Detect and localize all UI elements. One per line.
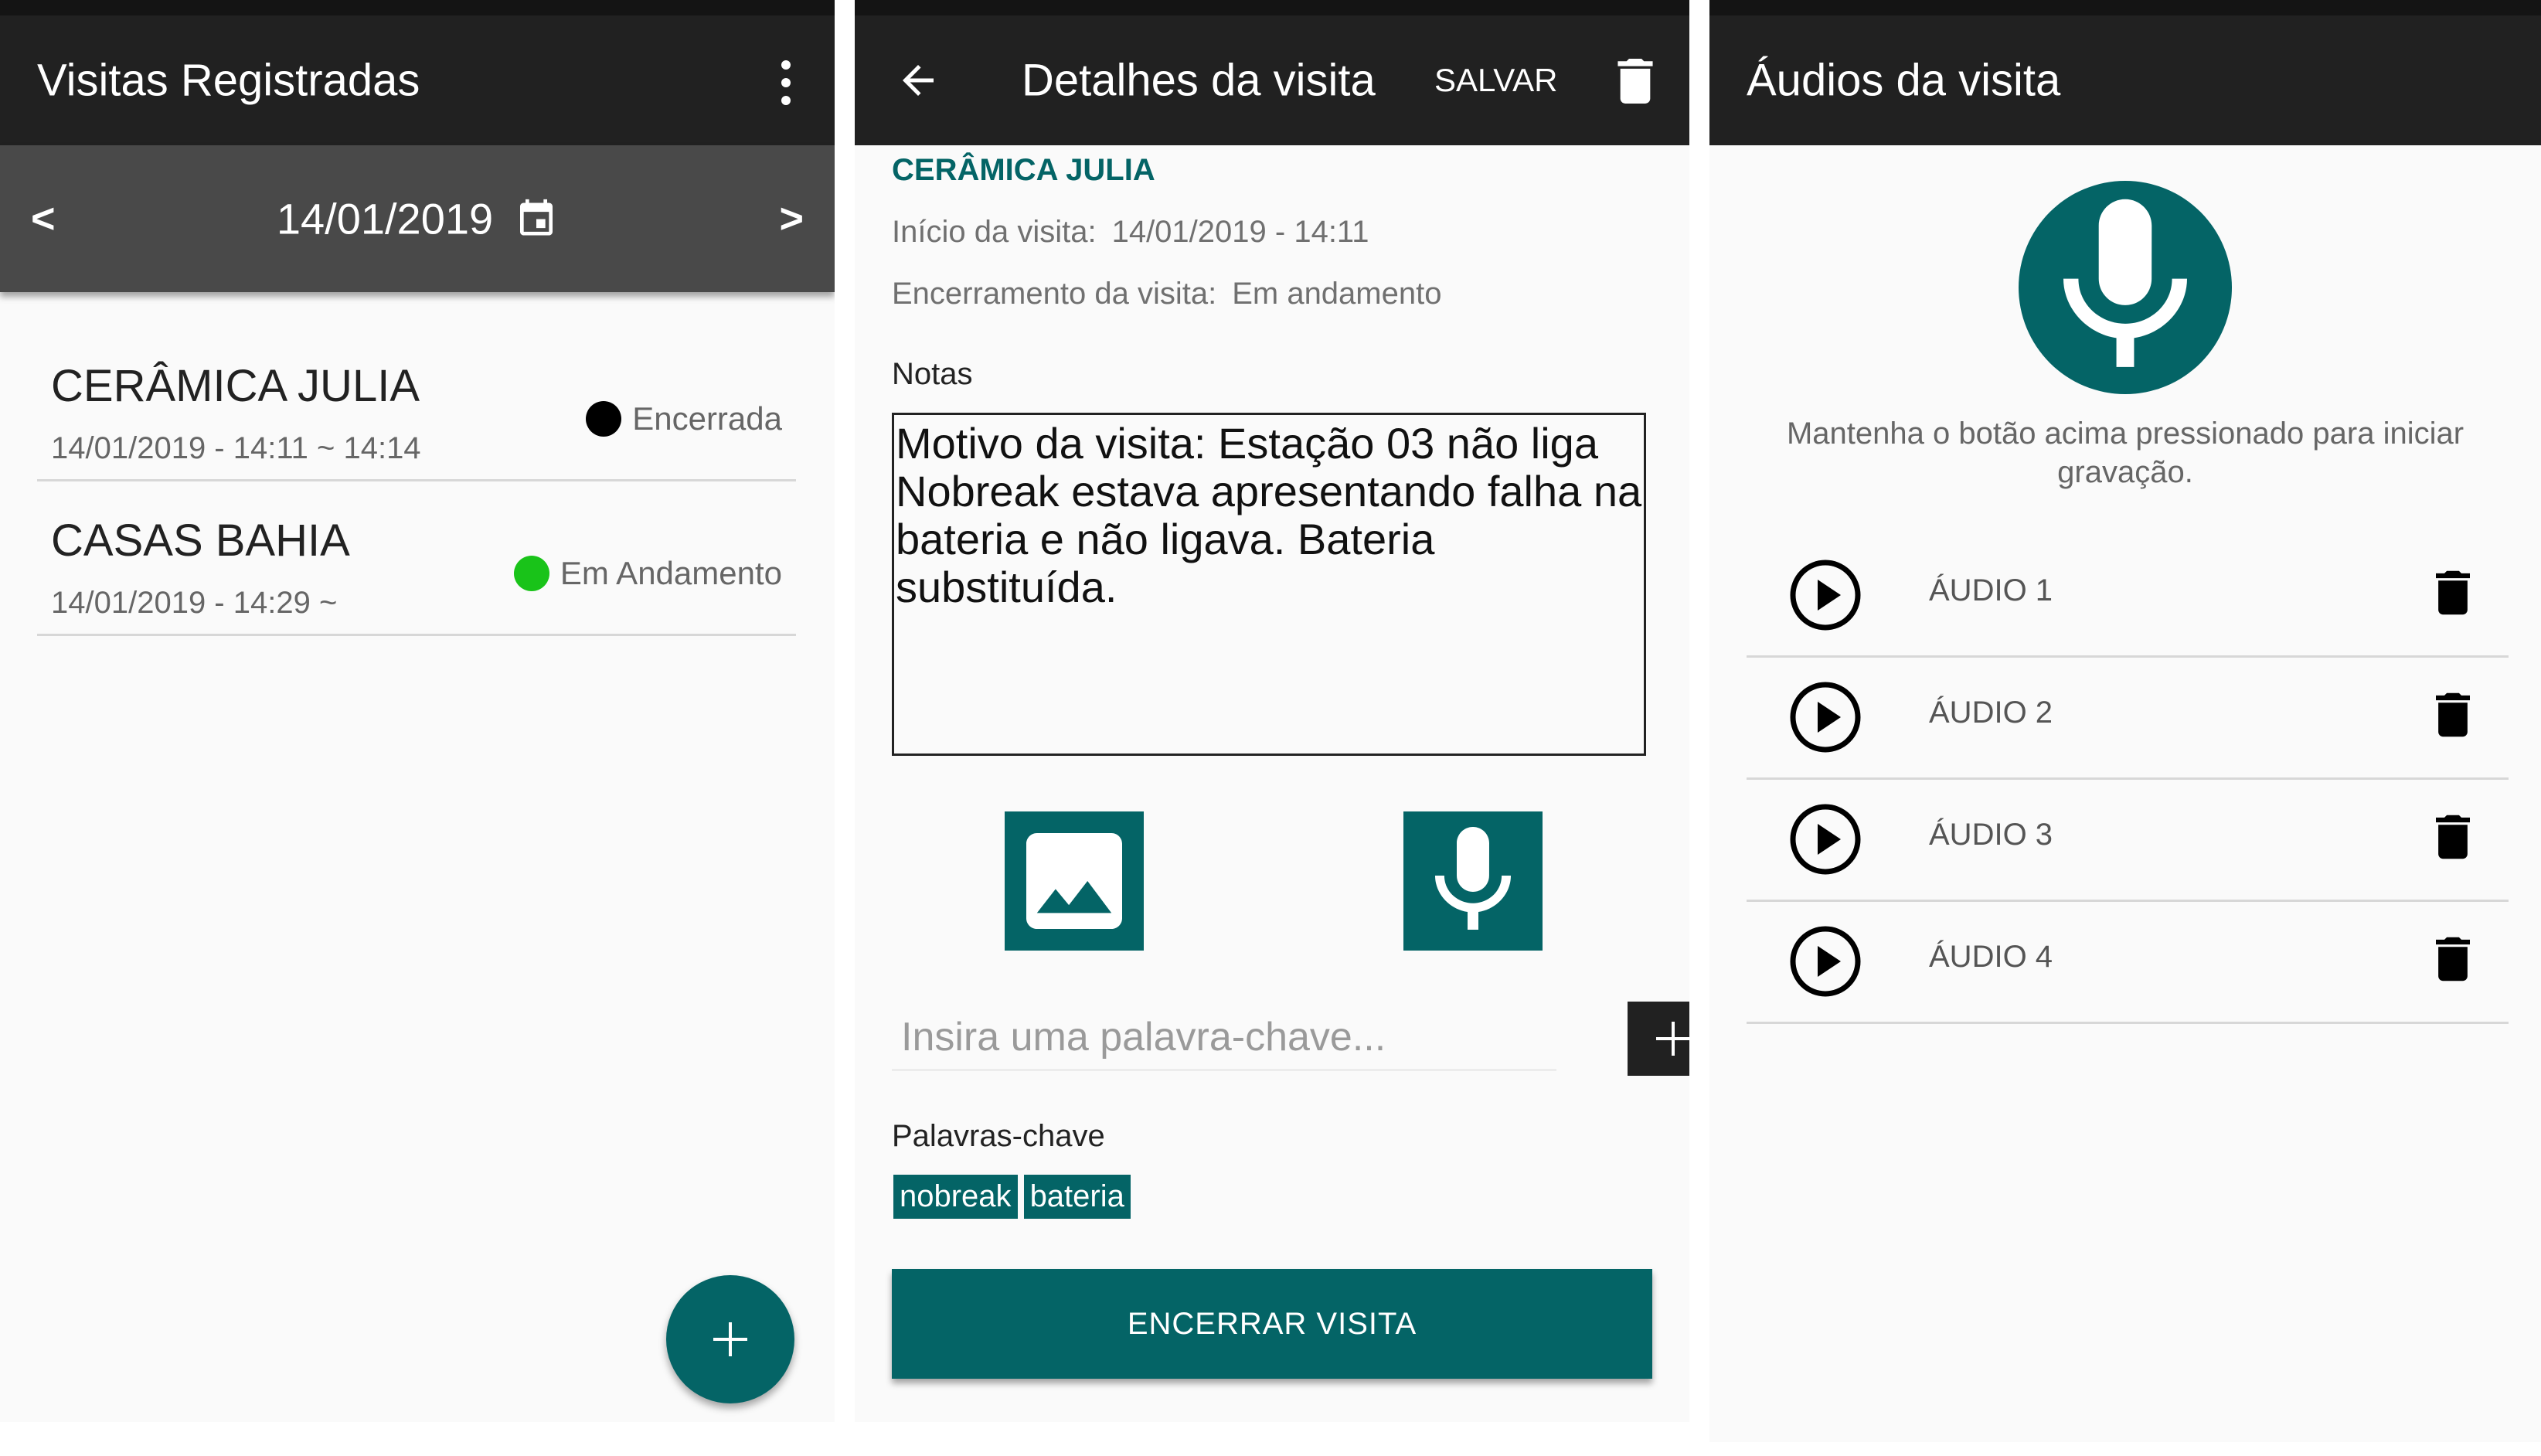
visit-end-label: Encerramento da visita: (892, 277, 1217, 311)
add-keyword-button[interactable] (1628, 1002, 1689, 1076)
notes-line: bateria e não ligava. Bateria substituíd… (896, 515, 1435, 611)
visit-details-screen: Detalhes da visita SALVAR CERÂMICA JULIA… (855, 0, 1689, 1422)
status-bar (855, 0, 1689, 15)
visit-start-value: 14/01/2019 - 14:11 (1111, 215, 1369, 249)
play-icon[interactable] (1788, 924, 1862, 998)
add-image-button[interactable] (1005, 811, 1144, 951)
keyword-input[interactable] (892, 1005, 1556, 1071)
visit-status-label: Encerrada (632, 400, 782, 437)
visit-company-name: CERÂMICA JULIA (892, 153, 1155, 187)
audio-label: ÁUDIO 3 (1929, 818, 2053, 852)
visit-status-label: Em Andamento (560, 555, 782, 591)
visit-status: Em Andamento (513, 555, 782, 592)
audio-label: ÁUDIO 2 (1929, 696, 2053, 730)
save-button[interactable]: SALVAR (1434, 15, 1558, 145)
visit-list-item[interactable]: CERÂMICA JULIA 14/01/2019 - 14:11 ~ 14:1… (37, 326, 796, 481)
date-navigator: < 14/01/2019 > (0, 145, 835, 292)
app-bar: Áudios da visita (1709, 15, 2541, 145)
back-arrow-icon[interactable] (895, 57, 941, 104)
page-title: Visitas Registradas (37, 55, 420, 106)
keyword-chips: nobreak bateria (893, 1175, 1131, 1219)
notes-line: Motivo da visita: Estação 03 não liga (896, 419, 1598, 468)
visit-company-name: CERÂMICA JULIA (51, 361, 420, 411)
next-day-button[interactable]: > (779, 195, 804, 243)
visit-status: Encerrada (586, 400, 782, 437)
play-icon[interactable] (1788, 802, 1862, 876)
visit-list-item[interactable]: CASAS BAHIA 14/01/2019 - 14:29 ~ Em Anda… (37, 481, 796, 636)
plus-icon (1656, 1022, 1689, 1056)
image-icon (1026, 833, 1122, 929)
audio-list-item: ÁUDIO 2 (1747, 655, 2509, 780)
audio-record-button[interactable] (1403, 811, 1543, 951)
more-vert-icon[interactable] (781, 60, 791, 105)
visit-end-value: Em andamento (1232, 277, 1442, 311)
audio-list-item: ÁUDIO 4 (1747, 900, 2509, 1024)
audio-list-item: ÁUDIO 1 (1747, 533, 2509, 658)
status-dot-icon (586, 401, 622, 437)
status-bar (0, 0, 835, 15)
microphone-icon (2063, 199, 2187, 367)
notes-label: Notas (892, 357, 973, 391)
audio-list-item: ÁUDIO 3 (1747, 777, 2509, 902)
trash-icon[interactable] (1617, 59, 1654, 104)
page-title: Detalhes da visita (1022, 55, 1376, 106)
visit-audios-screen: Áudios da visita Mantenha o botão acima … (1709, 0, 2541, 1442)
app-bar: Detalhes da visita SALVAR (855, 15, 1689, 145)
visits-list-screen: Visitas Registradas < 14/01/2019 > CERÂM… (0, 0, 835, 1422)
hold-to-record-button[interactable] (2019, 181, 2232, 394)
play-icon[interactable] (1788, 558, 1862, 632)
audio-label: ÁUDIO 1 (1929, 573, 2053, 607)
record-hint: Mantenha o botão acima pressionado para … (1786, 417, 2464, 489)
app-bar: Visitas Registradas (0, 15, 835, 145)
visit-time-range: 14/01/2019 - 14:29 ~ (51, 586, 338, 620)
keyword-chip[interactable]: nobreak (893, 1175, 1018, 1219)
current-date[interactable]: 14/01/2019 (277, 194, 493, 244)
play-icon[interactable] (1788, 680, 1862, 754)
calendar-icon[interactable] (515, 195, 558, 243)
visit-end-info: Encerramento da visita: Em andamento (892, 277, 1441, 311)
trash-icon[interactable] (2436, 937, 2470, 981)
status-dot-icon (513, 556, 549, 591)
plus-icon (713, 1322, 747, 1356)
audio-label: ÁUDIO 4 (1929, 940, 2053, 974)
keywords-label: Palavras-chave (892, 1119, 1105, 1153)
page-title: Áudios da visita (1747, 55, 2061, 106)
trash-icon[interactable] (2436, 570, 2470, 615)
keyword-chip[interactable]: bateria (1023, 1175, 1131, 1219)
visit-company-name: CASAS BAHIA (51, 515, 350, 566)
visit-start-label: Início da visita: (892, 215, 1097, 249)
end-visit-button[interactable]: ENCERRAR VISITA (892, 1269, 1652, 1379)
trash-icon[interactable] (2436, 815, 2470, 859)
status-bar (1709, 0, 2541, 15)
trash-icon[interactable] (2436, 692, 2470, 737)
notes-line: Nobreak estava apresentando falha na (896, 467, 1642, 515)
visit-start-info: Início da visita: 14/01/2019 - 14:11 (892, 215, 1369, 250)
visit-time-range: 14/01/2019 - 14:11 ~ 14:14 (51, 431, 421, 465)
add-visit-button[interactable] (666, 1275, 794, 1403)
microphone-icon (1435, 827, 1511, 930)
notes-textarea[interactable]: Motivo da visita: Estação 03 não liga No… (892, 413, 1646, 756)
